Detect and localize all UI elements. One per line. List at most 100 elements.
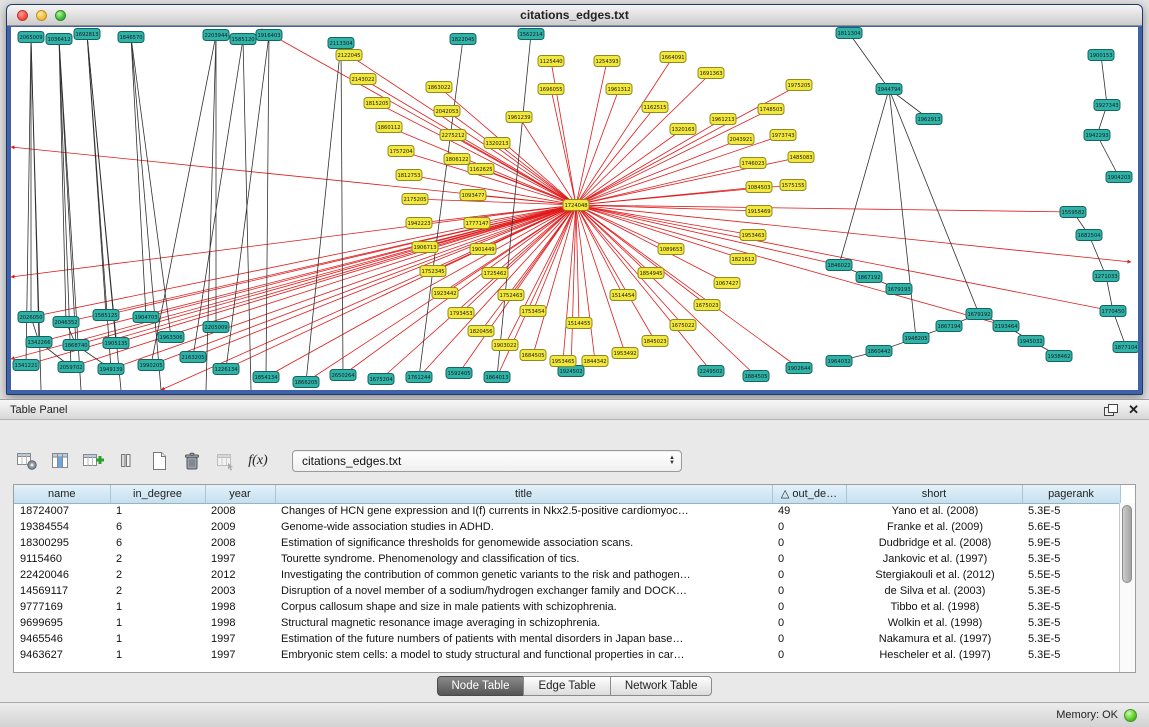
table-cell: Franke et al. (2009) xyxy=(846,519,1022,535)
network-canvas[interactable]: 2065009103641216928131846570220394415851… xyxy=(11,27,1138,390)
zoom-window-button[interactable] xyxy=(55,10,66,21)
table-row[interactable]: 1872400712008Changes of HCN gene express… xyxy=(14,503,1120,519)
graph-node-label: 1846570 xyxy=(119,35,142,41)
graph-node-label: 2059702 xyxy=(59,365,82,371)
graph-node-label: 1675023 xyxy=(695,303,718,309)
graph-node-label: 2163205 xyxy=(181,355,204,361)
table-row[interactable]: 946362711997Embryonic stem cells: a mode… xyxy=(14,647,1120,663)
graph-node-label: 1724048 xyxy=(564,203,587,209)
graph-node-label: 1770450 xyxy=(1101,309,1124,315)
minimize-window-button[interactable] xyxy=(36,10,47,21)
graph-node-label: 1938462 xyxy=(1047,354,1070,360)
graph-node-label: 1884505 xyxy=(744,374,767,380)
graph-node-label: 2203944 xyxy=(204,33,228,39)
graph-node-label: 1906713 xyxy=(413,245,436,251)
table-cell: 1 xyxy=(110,615,205,631)
graph-node-label: 1942293 xyxy=(1085,133,1108,139)
column-header-indegree[interactable]: in_degree xyxy=(110,485,205,503)
table-cell: 2003 xyxy=(205,583,275,599)
plus-icon xyxy=(96,456,104,464)
table-cell: 18724007 xyxy=(14,503,110,519)
graph-node-label: 1867192 xyxy=(857,275,880,281)
table-cell: 19384554 xyxy=(14,519,110,535)
graph-edge xyxy=(341,43,343,375)
graph-edge xyxy=(576,205,799,368)
traffic-lights xyxy=(17,10,66,21)
function-builder-button[interactable]: f(x) xyxy=(243,447,273,475)
graph-node-label: 1748503 xyxy=(759,107,782,113)
delete-column-button[interactable] xyxy=(111,447,141,475)
column-header-name[interactable]: name xyxy=(14,485,110,503)
graph-node-label: 1953463 xyxy=(741,233,764,239)
table-cell: 5.3E-5 xyxy=(1022,647,1120,663)
table-cell: 49 xyxy=(772,503,846,519)
graph-node-label: 1341221 xyxy=(14,363,37,369)
graph-node-label: 1846022 xyxy=(827,263,850,269)
graph-edge xyxy=(519,117,576,205)
graph-edge xyxy=(226,35,269,369)
graph-node-label: 1084503 xyxy=(747,185,770,191)
table-row[interactable]: 1938455462009Genome-wide association stu… xyxy=(14,519,1120,535)
table-row[interactable]: 911546021997Tourette syndrome. Phenomeno… xyxy=(14,551,1120,567)
graph-edge xyxy=(131,37,146,317)
tab-node-table[interactable]: Node Table xyxy=(437,676,525,696)
table-selector[interactable]: citations_edges.txt ▲ ▼ xyxy=(292,450,682,472)
graph-node-label: 2043921 xyxy=(729,137,752,143)
table-cell: 1997 xyxy=(205,647,275,663)
graph-node-label: 1684505 xyxy=(521,353,544,359)
graph-node-label: 1675022 xyxy=(671,323,694,329)
tab-edge-table[interactable]: Edge Table xyxy=(523,676,610,696)
graph-node-label: 2042053 xyxy=(435,109,458,115)
scrollbar-thumb[interactable] xyxy=(1122,505,1132,583)
table-row[interactable]: 1456911722003Disruption of a novel membe… xyxy=(14,583,1120,599)
column-header-outde[interactable]: △ out_de… xyxy=(772,485,846,503)
graph-node-label: 1752345 xyxy=(421,269,444,275)
float-panel-button[interactable] xyxy=(1104,404,1118,416)
graph-node-label: 1067427 xyxy=(715,281,738,287)
column-header-short[interactable]: short xyxy=(846,485,1022,503)
new-file-icon xyxy=(150,451,168,471)
tab-network-table[interactable]: Network Table xyxy=(610,676,713,696)
table-row[interactable]: 977716911998Corpus callosum shape and si… xyxy=(14,599,1120,615)
table-cell: 5.5E-5 xyxy=(1022,567,1120,583)
table-row[interactable]: 946554611997Estimation of the future num… xyxy=(14,631,1120,647)
table-cell: Yano et al. (2008) xyxy=(846,503,1022,519)
table-row[interactable]: 969969511998Structural magnetic resonanc… xyxy=(14,615,1120,631)
create-column-button[interactable] xyxy=(78,447,108,475)
window-titlebar[interactable]: citations_edges.txt xyxy=(7,5,1142,26)
memory-ok-indicator-icon xyxy=(1124,709,1137,722)
create-table-button[interactable] xyxy=(144,447,174,475)
graph-edge xyxy=(497,34,531,377)
table-cell: 0 xyxy=(772,583,846,599)
table-cell: Genome-wide association studies in ADHD. xyxy=(275,519,772,535)
close-window-button[interactable] xyxy=(17,10,28,21)
graph-edge xyxy=(1101,55,1107,105)
column-header-pagerank[interactable]: pagerank xyxy=(1022,485,1120,503)
column-header-title[interactable]: title xyxy=(275,485,772,503)
table-row[interactable]: 2242004622012Investigating the contribut… xyxy=(14,567,1120,583)
import-table-button[interactable] xyxy=(210,447,240,475)
column-settings-button[interactable] xyxy=(12,447,42,475)
graph-edge xyxy=(206,35,216,390)
graph-edge xyxy=(849,33,889,89)
table-cell: 1998 xyxy=(205,599,275,615)
delete-table-button[interactable] xyxy=(177,447,207,475)
table-cell: 1 xyxy=(110,599,205,615)
graph-edge xyxy=(497,143,576,205)
graph-node-label: 1725462 xyxy=(483,271,506,277)
graph-node-label: 1761244 xyxy=(407,375,431,381)
toggle-columns-button[interactable] xyxy=(45,447,75,475)
graph-node-label: 1945032 xyxy=(1019,339,1042,345)
graph-node-label: 1575155 xyxy=(781,183,804,189)
graph-node-label: 1990205 xyxy=(139,363,162,369)
table-scrollbar[interactable] xyxy=(1119,503,1135,672)
graph-node-label: 2275212 xyxy=(441,133,464,139)
graph-node-label: 1793453 xyxy=(449,311,472,317)
column-header-year[interactable]: year xyxy=(205,485,275,503)
close-panel-button[interactable]: ✕ xyxy=(1128,404,1139,416)
table-cell: 5.3E-5 xyxy=(1022,583,1120,599)
table-cell: 2012 xyxy=(205,567,275,583)
table-row[interactable]: 1830029562008Estimation of significance … xyxy=(14,535,1120,551)
graph-node-label: 1559582 xyxy=(1061,210,1084,216)
graph-node-label: 1089653 xyxy=(659,247,682,253)
